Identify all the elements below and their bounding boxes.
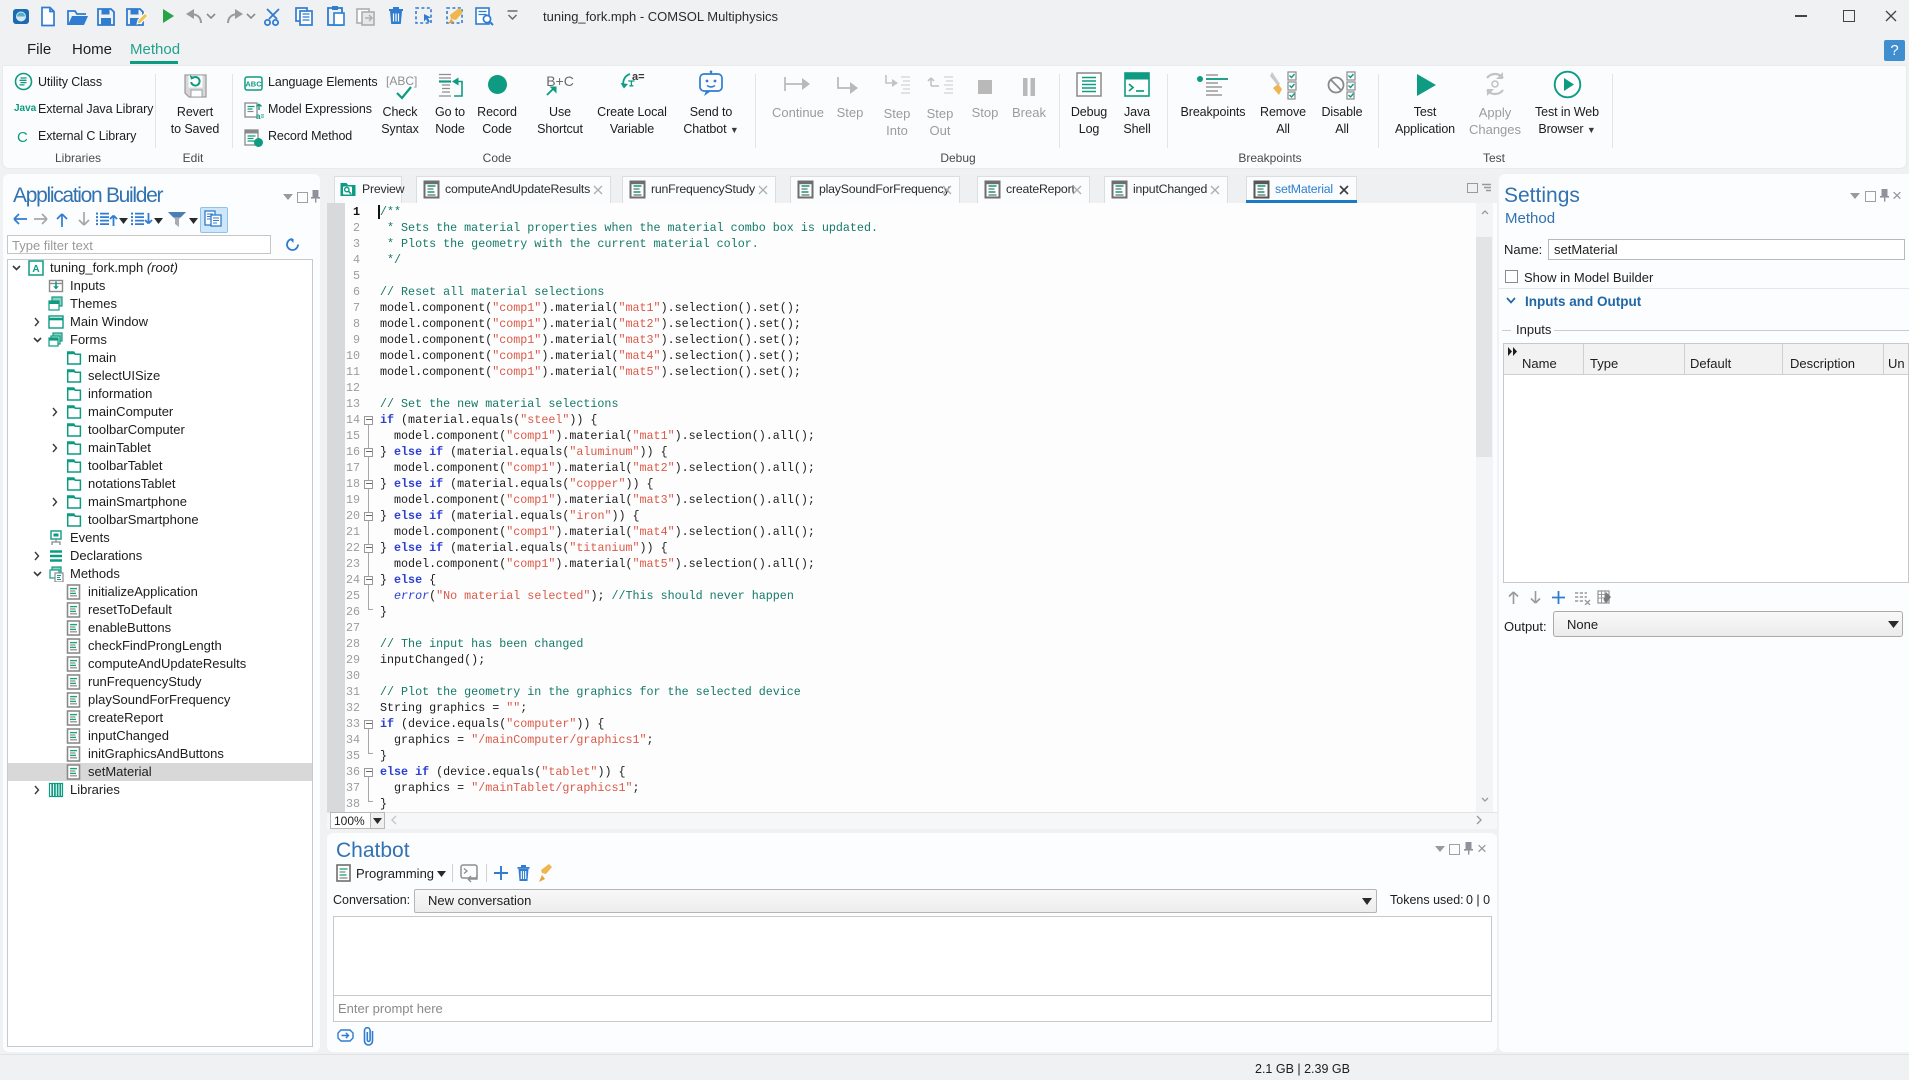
svg-text:a=: a=	[256, 112, 264, 121]
svg-text:A: A	[32, 264, 39, 275]
svg-text:ABC: ABC	[245, 80, 262, 89]
